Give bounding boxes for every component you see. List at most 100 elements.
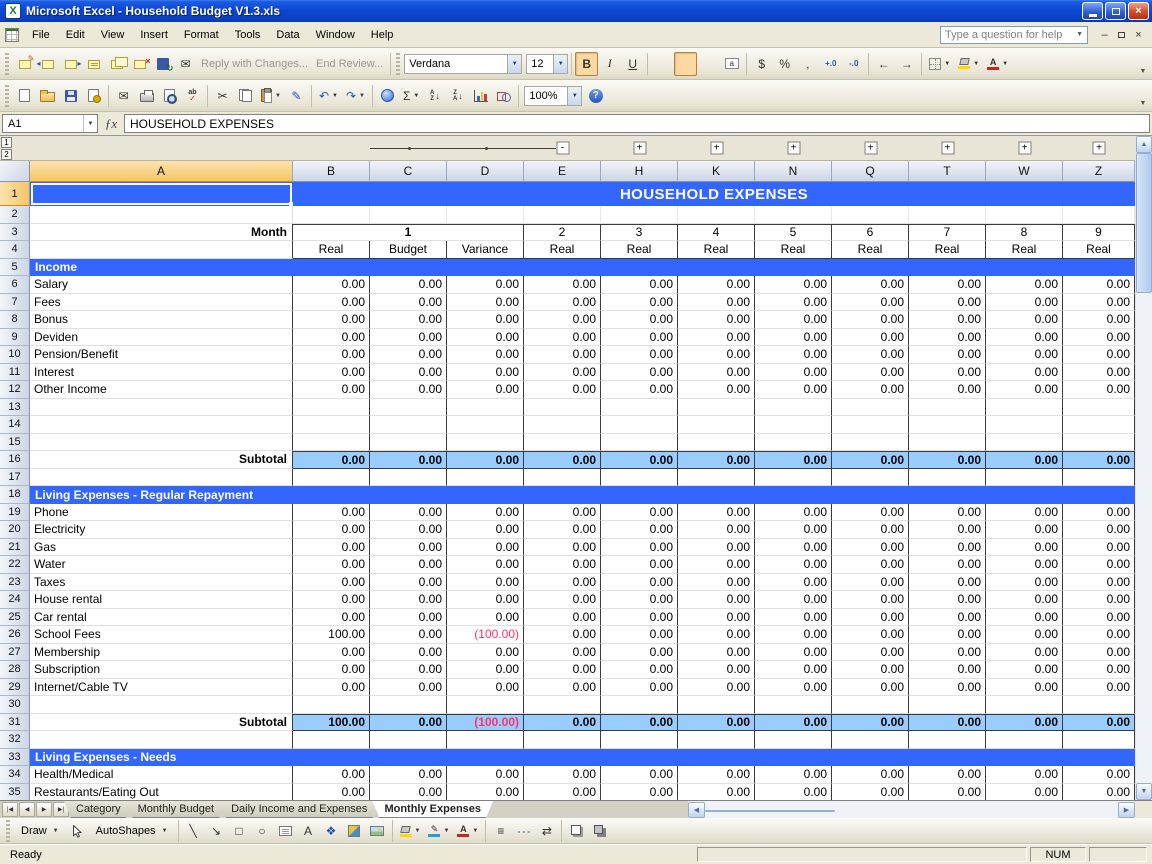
cell-B23[interactable]: 0.00	[293, 573, 370, 591]
cell-C8[interactable]: 0.00	[370, 311, 447, 329]
scroll-left-button[interactable]: ◀	[688, 801, 705, 818]
cell-K6[interactable]: 0.00	[678, 276, 755, 294]
cell-A7[interactable]: Fees	[30, 293, 293, 311]
cell-E24[interactable]: 0.00	[524, 591, 601, 609]
cell-T31[interactable]: 0.00	[909, 713, 986, 731]
cell-Z23[interactable]: 0.00	[1063, 573, 1135, 591]
cell-C16[interactable]: 0.00	[370, 451, 447, 469]
menu-item-view[interactable]: View	[93, 25, 133, 45]
cell-C27[interactable]: 0.00	[370, 643, 447, 661]
cell-Q29[interactable]: 0.00	[832, 678, 909, 696]
cell-N11[interactable]: 0.00	[755, 363, 832, 381]
cell-Q34[interactable]: 0.00	[832, 766, 909, 784]
cell-Z29[interactable]: 0.00	[1063, 678, 1135, 696]
cell-T16[interactable]: 0.00	[909, 451, 986, 469]
cell-Q9[interactable]: 0.00	[832, 328, 909, 346]
cell-T27[interactable]: 0.00	[909, 643, 986, 661]
cell-Q16[interactable]: 0.00	[832, 451, 909, 469]
spelling-button[interactable]: ab ✓	[181, 84, 204, 108]
cell-T8[interactable]: 0.00	[909, 311, 986, 329]
cell-N17[interactable]	[755, 468, 832, 486]
select-objects-button[interactable]	[66, 819, 89, 843]
percent-style-button[interactable]: %	[773, 52, 796, 76]
cell-W13[interactable]	[986, 398, 1063, 416]
section-header-row-5[interactable]: Income	[30, 258, 1135, 276]
cell-D4[interactable]: Variance	[447, 241, 524, 259]
cell-H21[interactable]: 0.00	[601, 538, 678, 556]
sheet-tab-monthly-expenses[interactable]: Monthly Expenses	[372, 801, 493, 818]
cell-A21[interactable]: Gas	[30, 538, 293, 556]
column-header-W[interactable]: W	[986, 161, 1063, 182]
row-header-25[interactable]: 25	[0, 608, 30, 626]
dash-style-button[interactable]: - - -	[512, 819, 535, 843]
cell-D17[interactable]	[447, 468, 524, 486]
previous-sheet-button[interactable]: ◀	[19, 802, 35, 817]
cell-E7[interactable]: 0.00	[524, 293, 601, 311]
cell-W21[interactable]: 0.00	[986, 538, 1063, 556]
cell-D16[interactable]: 0.00	[447, 451, 524, 469]
redo-button[interactable]: ↷ ▼	[342, 84, 369, 108]
cell-W29[interactable]: 0.00	[986, 678, 1063, 696]
cell-C28[interactable]: 0.00	[370, 661, 447, 679]
cell-Q20[interactable]: 0.00	[832, 521, 909, 539]
cell-B13[interactable]	[293, 398, 370, 416]
cell-W28[interactable]: 0.00	[986, 661, 1063, 679]
cell-Q26[interactable]: 0.00	[832, 626, 909, 644]
cell-K34[interactable]: 0.00	[678, 766, 755, 784]
column-header-Q[interactable]: Q	[832, 161, 909, 182]
cell-D24[interactable]: 0.00	[447, 591, 524, 609]
cell-W8[interactable]: 0.00	[986, 311, 1063, 329]
cell-Z4[interactable]: Real	[1063, 241, 1135, 259]
row-header-18[interactable]: 18	[0, 486, 30, 504]
cell-A10[interactable]: Pension/Benefit	[30, 346, 293, 364]
zoom-combo[interactable]: 100% ▼	[524, 85, 583, 106]
cell-B34[interactable]: 0.00	[293, 766, 370, 784]
cell-A13[interactable]	[30, 398, 293, 416]
cell-T21[interactable]: 0.00	[909, 538, 986, 556]
draw-fill-color-button[interactable]: ▼	[396, 819, 425, 843]
cell-K10[interactable]: 0.00	[678, 346, 755, 364]
cell-D19[interactable]: 0.00	[447, 503, 524, 521]
insert-hyperlink-button[interactable]	[376, 84, 399, 108]
cell-Z20[interactable]: 0.00	[1063, 521, 1135, 539]
cell-N8[interactable]: 0.00	[755, 311, 832, 329]
cell-C6[interactable]: 0.00	[370, 276, 447, 294]
paste-button[interactable]: ▼	[257, 84, 285, 108]
cell-B30[interactable]	[293, 696, 370, 714]
cell-T15[interactable]	[909, 433, 986, 451]
reply-with-changes-button[interactable]: Reply with Changes...	[197, 52, 312, 76]
cell-A12[interactable]: Other Income	[30, 381, 293, 399]
insert-wordart-button[interactable]: A	[297, 819, 320, 843]
cell-A20[interactable]: Electricity	[30, 521, 293, 539]
cell-T28[interactable]: 0.00	[909, 661, 986, 679]
cell-B3-merged[interactable]: 1	[293, 223, 524, 241]
line-style-button[interactable]: ≡	[489, 819, 512, 843]
column-header-T[interactable]: T	[909, 161, 986, 182]
cell-C20[interactable]: 0.00	[370, 521, 447, 539]
cell-Z32[interactable]	[1063, 731, 1135, 749]
row-header-13[interactable]: 13	[0, 398, 30, 416]
cell-Q31[interactable]: 0.00	[832, 713, 909, 731]
cell-Q14[interactable]	[832, 416, 909, 434]
toolbar-options-button[interactable]: ▼	[1137, 83, 1149, 109]
decrease-decimal-button[interactable]: -.0	[842, 52, 865, 76]
cell-Z2[interactable]	[1063, 206, 1135, 224]
row-header-14[interactable]: 14	[0, 416, 30, 434]
cell-C31[interactable]: 0.00	[370, 713, 447, 731]
cell-W16[interactable]: 0.00	[986, 451, 1063, 469]
cell-E23[interactable]: 0.00	[524, 573, 601, 591]
cell-Z9[interactable]: 0.00	[1063, 328, 1135, 346]
cell-T13[interactable]	[909, 398, 986, 416]
cell-K27[interactable]: 0.00	[678, 643, 755, 661]
cell-W30[interactable]	[986, 696, 1063, 714]
cell-H13[interactable]	[601, 398, 678, 416]
cell-Z12[interactable]: 0.00	[1063, 381, 1135, 399]
cell-E34[interactable]: 0.00	[524, 766, 601, 784]
cell-K11[interactable]: 0.00	[678, 363, 755, 381]
sheet-tab-category[interactable]: Category	[64, 801, 133, 818]
cell-B11[interactable]: 0.00	[293, 363, 370, 381]
cell-N2[interactable]	[755, 206, 832, 224]
cell-E3[interactable]: 2	[524, 223, 601, 241]
cell-Z24[interactable]: 0.00	[1063, 591, 1135, 609]
row-header-27[interactable]: 27	[0, 643, 30, 661]
